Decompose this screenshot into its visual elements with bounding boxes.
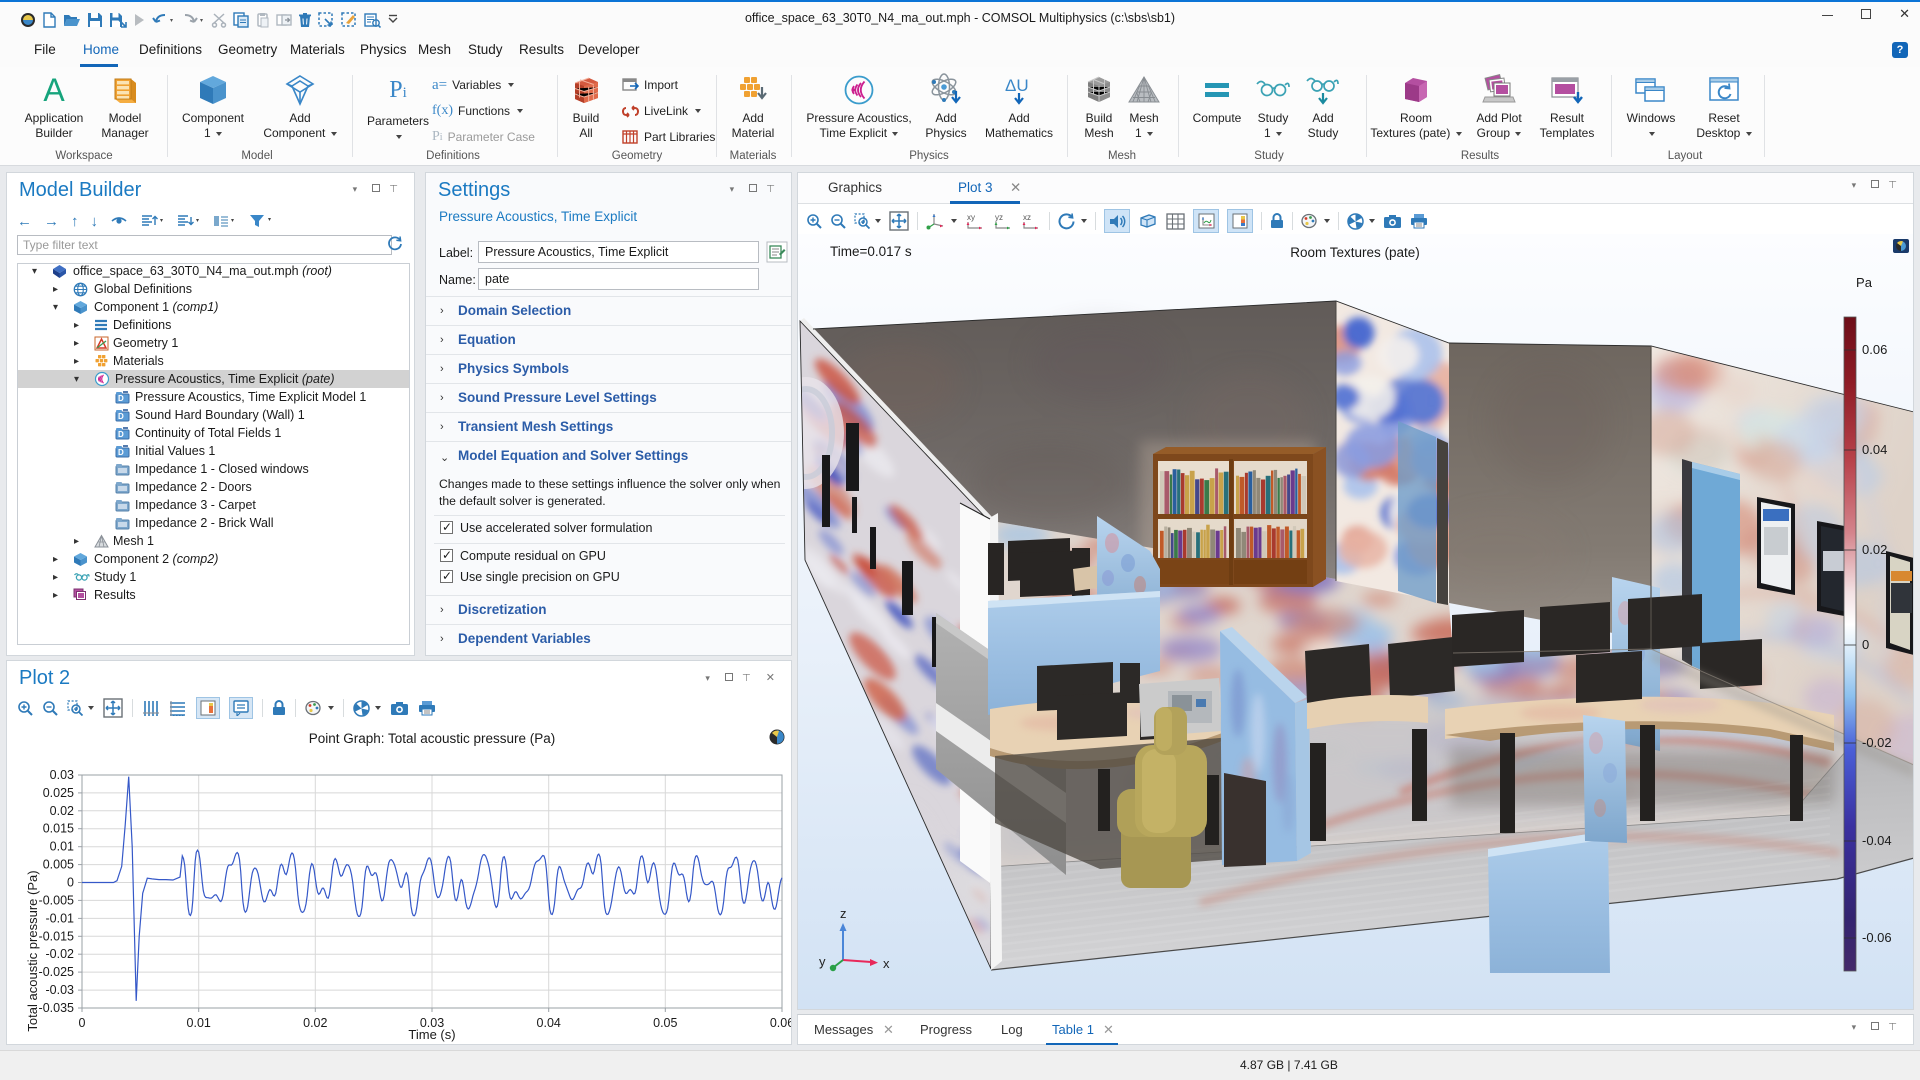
svg-text:0.01: 0.01 — [50, 840, 74, 854]
svg-text:Time (s): Time (s) — [408, 1027, 455, 1042]
svg-text:0.04: 0.04 — [1862, 442, 1887, 457]
svg-text:0.05: 0.05 — [653, 1016, 677, 1030]
svg-text:0: 0 — [67, 876, 74, 890]
svg-text:-0.025: -0.025 — [39, 965, 74, 979]
svg-text:Time=0.017 s: Time=0.017 s — [830, 244, 912, 259]
svg-text:Total acoustic pressure (Pa): Total acoustic pressure (Pa) — [25, 870, 40, 1031]
svg-text:Room Textures (pate): Room Textures (pate) — [1290, 245, 1420, 260]
svg-text:D: D — [118, 430, 124, 439]
svg-text:0.02: 0.02 — [50, 804, 74, 818]
svg-text:0.015: 0.015 — [43, 822, 74, 836]
svg-text:-0.02: -0.02 — [1862, 735, 1892, 750]
svg-text:-0.03: -0.03 — [46, 983, 75, 997]
svg-text:-0.015: -0.015 — [39, 929, 74, 943]
svg-text:0.01: 0.01 — [187, 1016, 211, 1030]
svg-text:-0.035: -0.035 — [39, 1001, 74, 1015]
svg-text:0.06: 0.06 — [770, 1016, 791, 1030]
svg-text:-0.01: -0.01 — [46, 911, 75, 925]
svg-text:-0.02: -0.02 — [46, 947, 75, 961]
svg-text:0: 0 — [1862, 637, 1869, 652]
svg-text:0.06: 0.06 — [1862, 342, 1887, 357]
svg-text:0.005: 0.005 — [43, 858, 74, 872]
svg-text:ΔU: ΔU — [1005, 76, 1029, 95]
svg-text:-0.06: -0.06 — [1862, 930, 1892, 945]
svg-text:0.04: 0.04 — [537, 1016, 561, 1030]
svg-text:0.03: 0.03 — [50, 768, 74, 782]
svg-text:xz: xz — [1023, 213, 1031, 222]
svg-text:0: 0 — [79, 1016, 86, 1030]
svg-text:x: x — [883, 956, 890, 971]
svg-text:Pa: Pa — [1856, 275, 1873, 290]
svg-text:0.02: 0.02 — [303, 1016, 327, 1030]
svg-text:0.025: 0.025 — [43, 786, 74, 800]
svg-text:0.02: 0.02 — [1862, 542, 1887, 557]
svg-text:-0.04: -0.04 — [1862, 833, 1892, 848]
svg-text:D: D — [118, 448, 124, 457]
svg-text:-0.005: -0.005 — [39, 893, 74, 907]
svg-text:xy: xy — [967, 213, 975, 222]
svg-text:y: y — [819, 954, 826, 969]
svg-text:D: D — [118, 394, 124, 403]
svg-text:D: D — [118, 412, 124, 421]
svg-text:z: z — [840, 906, 847, 921]
svg-text:yz: yz — [995, 213, 1003, 222]
svg-text:Point Graph: Total acoustic pr: Point Graph: Total acoustic pressure (Pa… — [309, 731, 556, 746]
